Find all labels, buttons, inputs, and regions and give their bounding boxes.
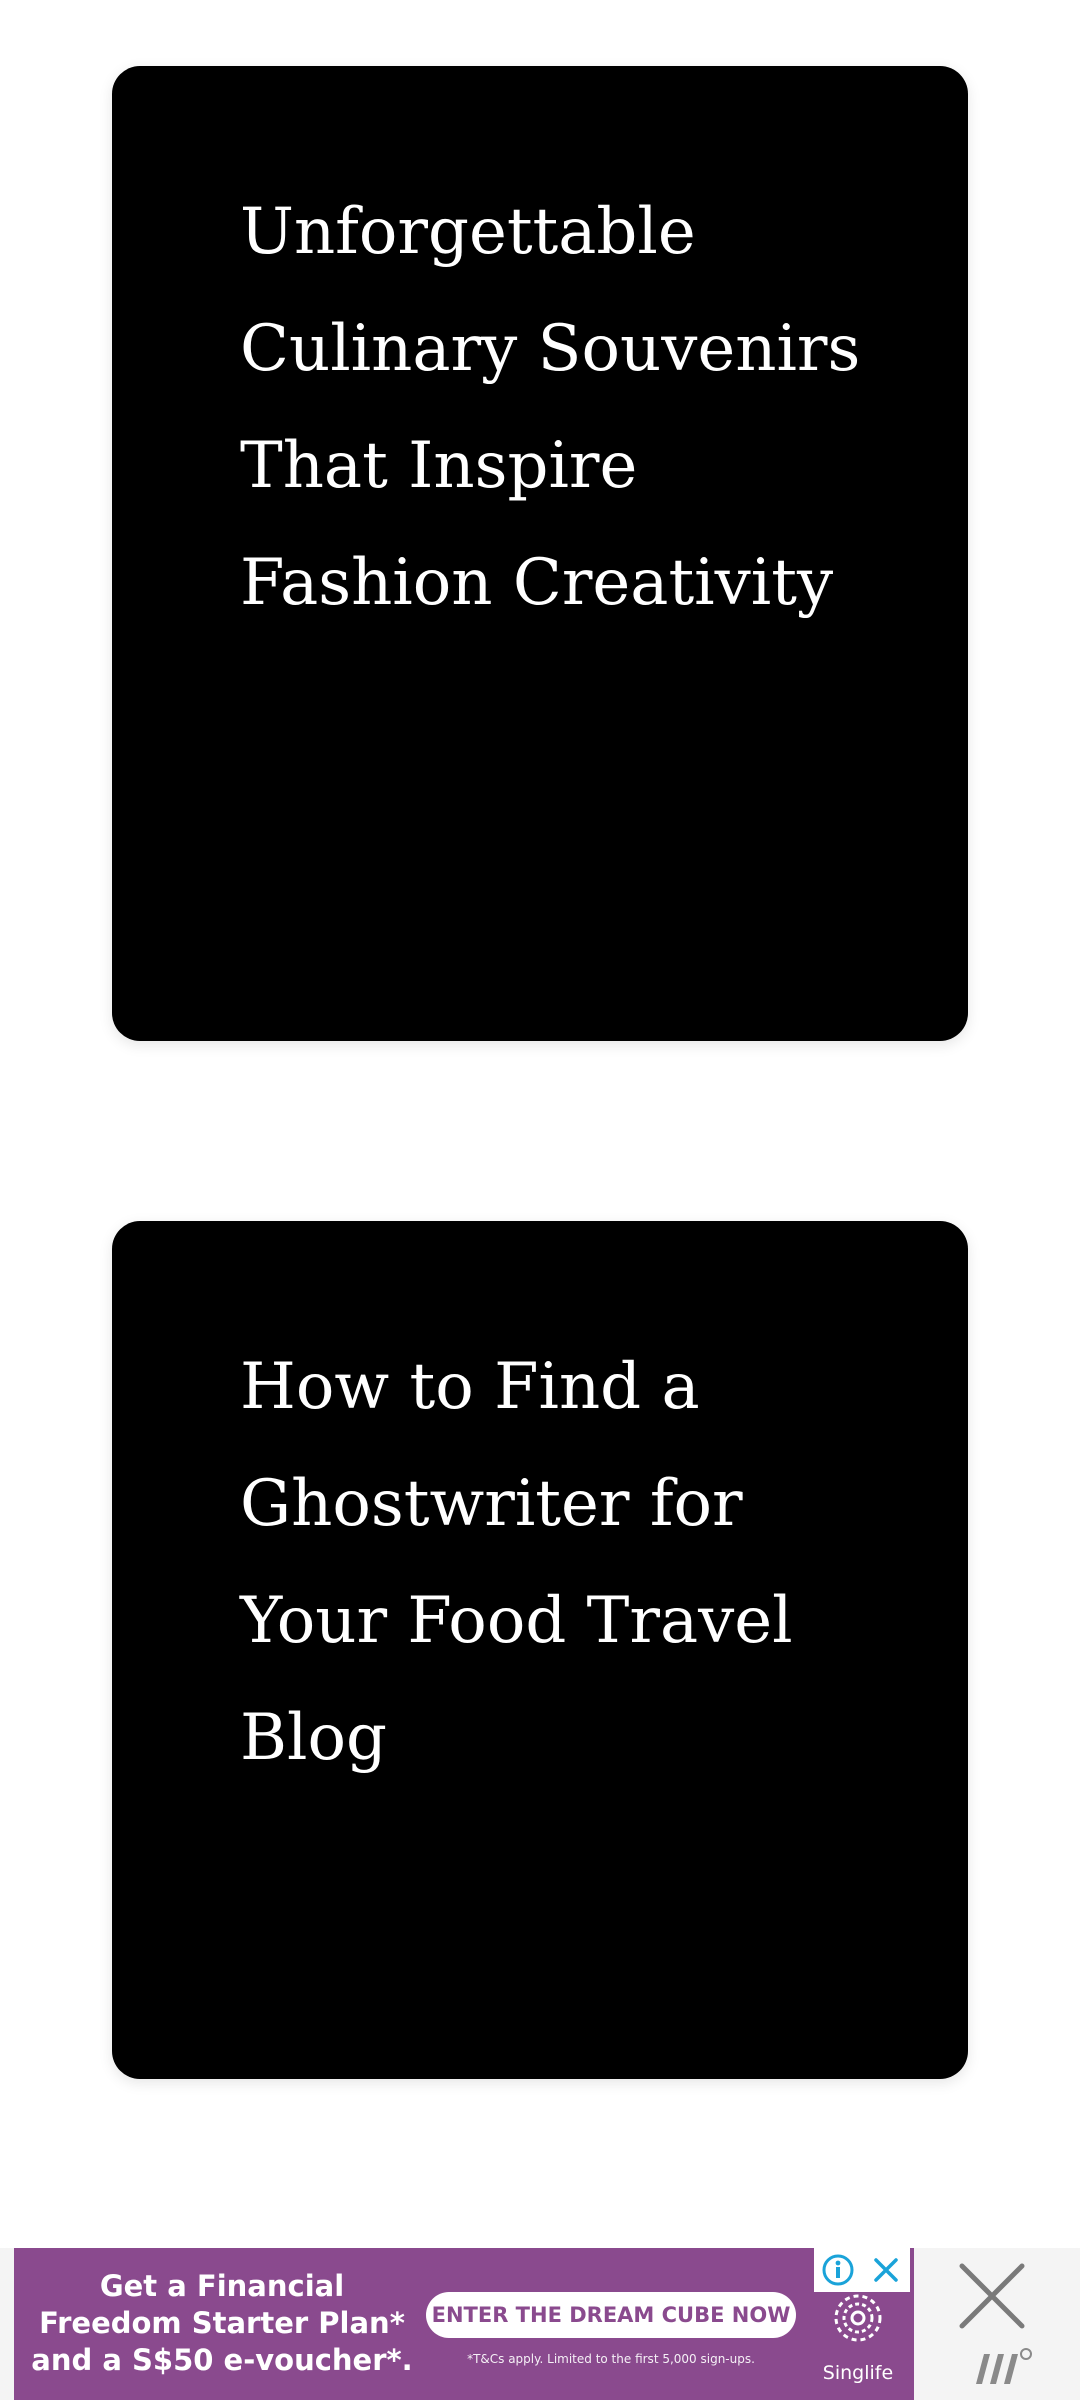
info-icon[interactable] — [814, 2248, 862, 2292]
brand-logo-icon — [834, 2294, 882, 2342]
close-icon[interactable] — [862, 2248, 910, 2292]
ad-headline: Get a Financial Freedom Starter Plan* an… — [31, 2269, 413, 2377]
adchoices[interactable] — [814, 2248, 910, 2292]
article-card[interactable]: Unforgettable Culinary Souvenirs That In… — [112, 66, 968, 1041]
ad-brand: Singlife — [810, 2284, 906, 2392]
sticky-ad-bar: Get a Financial Freedom Starter Plan* an… — [0, 2248, 1080, 2400]
article-title[interactable]: How to Find a Ghostwriter for Your Food … — [240, 1329, 880, 1797]
ad-fineprint: *T&Cs apply. Limited to the first 5,000 … — [467, 2352, 755, 2366]
ad-banner[interactable]: Get a Financial Freedom Starter Plan* an… — [14, 2248, 914, 2400]
ad-brand-name: Singlife — [822, 2362, 894, 2384]
ad-cta-button[interactable]: ENTER THE DREAM CUBE NOW — [426, 2292, 796, 2338]
article-card[interactable]: How to Find a Ghostwriter for Your Food … — [112, 1221, 968, 2079]
close-ad-icon[interactable] — [952, 2256, 1032, 2336]
article-title[interactable]: Unforgettable Culinary Souvenirs That In… — [240, 174, 880, 642]
publisher-logo-icon — [976, 2348, 1032, 2384]
